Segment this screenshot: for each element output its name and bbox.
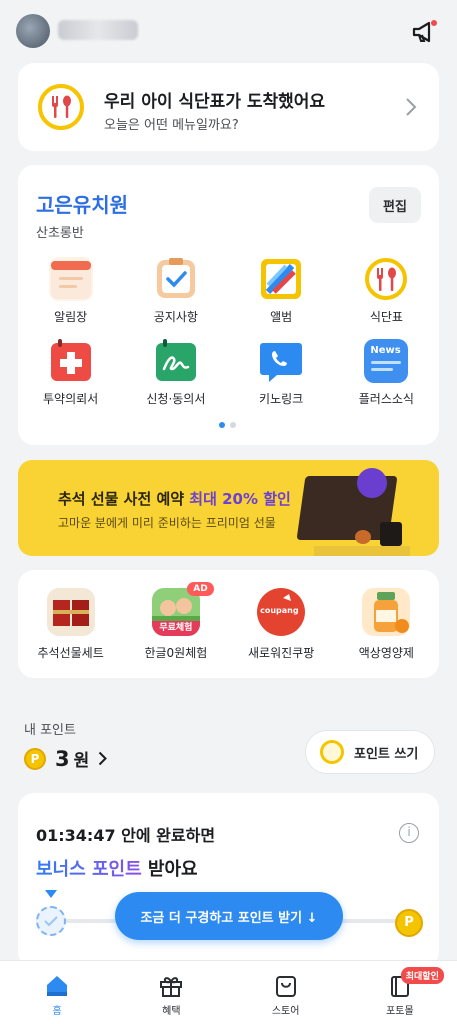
menu-label: 투약의뢰서 (43, 392, 99, 406)
tab-store[interactable]: 스토어 (229, 961, 343, 1024)
menu-item-consent[interactable]: 신청·동의서 (123, 339, 228, 407)
shop-item-liquid-supplement[interactable]: 액상영양제 (334, 588, 439, 661)
menu-label: 앨범 (270, 310, 293, 324)
use-points-button[interactable]: 포인트 쓰기 (305, 730, 435, 774)
banner-title: 추석 선물 사전 예약 최대 20% 할인 (58, 488, 291, 509)
kindergarten-card: 고은유치원 산초롱반 편집 알림장 공지사항 앨범 식단표 투약의뢰서 신청·동… (18, 165, 439, 445)
menu-item-notebook[interactable]: 알림장 (18, 257, 123, 325)
coupang-logo: coupang (257, 588, 306, 636)
point-coin-icon: P (24, 747, 46, 770)
page-dot-active[interactable] (219, 422, 225, 428)
bonus-headline: 보너스 포인트 받아요 (36, 855, 198, 881)
menu-label: 식단표 (369, 310, 403, 324)
chevron-right-icon (406, 98, 417, 116)
top-bar (0, 0, 457, 62)
menu-label: 플러스소식 (358, 392, 414, 406)
progress-marker-icon (45, 890, 57, 898)
menu-label: 신청·동의서 (146, 392, 206, 406)
fork-spoon-icon (364, 257, 408, 301)
fork-spoon-icon (38, 84, 84, 130)
home-icon (47, 976, 68, 996)
meal-plan-card[interactable]: 우리 아이 식단표가 도착했어요 오늘은 어떤 메뉴일까요? (18, 63, 439, 151)
countdown-text: 01:34:47 안에 완료하면 (36, 826, 216, 845)
service-menu-grid: 알림장 공지사항 앨범 식단표 투약의뢰서 신청·동의서 키노링크 News 플… (18, 257, 439, 407)
tab-benefits[interactable]: 혜택 (114, 961, 228, 1024)
gift-stand-image (314, 546, 410, 556)
menu-item-kinolink[interactable]: 키노링크 (229, 339, 334, 407)
meal-card-title: 우리 아이 식단표가 도착했어요 (104, 92, 326, 112)
menu-item-plus-news[interactable]: News 플러스소식 (334, 339, 439, 407)
album-icon (259, 257, 303, 301)
chuseok-gift-banner[interactable]: 추석 선물 사전 예약 최대 20% 할인 고마운 분에게 미리 준비하는 프리… (18, 460, 439, 556)
free-trial-tag: 무료체험 (151, 621, 200, 636)
notebook-icon (48, 257, 93, 301)
menu-item-medication[interactable]: 투약의뢰서 (18, 339, 123, 407)
shop-label: 추석선물세트 (37, 646, 104, 660)
shopping-bag-icon (275, 976, 296, 997)
tab-label: 포토몰 (386, 1006, 414, 1017)
banner-title-highlight: 최대 20% 할인 (189, 490, 291, 508)
clipboard-check-icon (154, 257, 198, 301)
point-swirl-icon (320, 740, 344, 764)
profile-avatar[interactable] (16, 14, 50, 48)
page-indicator (219, 422, 236, 428)
point-coin-icon: P (395, 909, 423, 937)
chevron-right-icon (99, 751, 108, 766)
bonus-highlight: 보너스 포인트 (36, 859, 142, 880)
edit-button[interactable]: 편집 (369, 187, 421, 223)
points-balance[interactable]: P 3 원 (24, 746, 108, 771)
class-name: 산초롱반 (36, 226, 84, 241)
shop-shortcuts-card: 추석선물세트 무료체험 AD 한글0원체험 coupang 새로워진쿠팡 액상영… (18, 570, 439, 678)
browse-for-points-button[interactable]: 조금 더 구경하고 포인트 받기 ↓ (115, 892, 343, 940)
news-icon: News (364, 339, 409, 383)
shop-label: 새로워진쿠팡 (248, 646, 315, 660)
shop-item-chuseok-gift[interactable]: 추석선물세트 (18, 588, 123, 661)
supplement-image (362, 588, 411, 636)
tab-label: 홈 (52, 1006, 62, 1017)
meal-card-subtitle: 오늘은 어떤 메뉴일까요? (104, 118, 239, 133)
fruit-image (355, 530, 371, 544)
points-value: 3 (55, 746, 70, 771)
gift-set-image (46, 588, 95, 636)
kindergarten-name[interactable]: 고은유치원 (36, 189, 128, 218)
banner-subtitle: 고마운 분에게 미리 준비하는 프리미엄 선물 (58, 516, 276, 530)
menu-item-album[interactable]: 앨범 (229, 257, 334, 325)
tab-photo-mall[interactable]: 포토몰 최대할인 (343, 961, 457, 1024)
shop-item-hangul-trial[interactable]: 무료체험 AD 한글0원체험 (123, 582, 228, 661)
shop-label: 액상영양제 (358, 646, 414, 660)
page-dot[interactable] (230, 422, 236, 428)
bonus-points-card: 01:34:47 안에 완료하면 보너스 포인트 받아요 i P (18, 793, 439, 968)
use-points-label: 포인트 쓰기 (354, 746, 419, 762)
tab-label: 혜택 (162, 1006, 181, 1017)
menu-item-notice[interactable]: 공지사항 (123, 257, 228, 325)
points-label: 내 포인트 (24, 723, 76, 738)
max-discount-badge: 최대할인 (400, 967, 444, 984)
bonus-suffix: 받아요 (141, 859, 198, 880)
menu-label: 알림장 (54, 310, 88, 324)
megaphone-icon[interactable] (410, 18, 438, 46)
info-icon[interactable]: i (399, 823, 419, 843)
brand-badge-image (357, 468, 387, 498)
tab-label: 스토어 (271, 1006, 300, 1017)
profile-name-blurred[interactable] (58, 20, 138, 40)
signature-icon (154, 339, 198, 383)
progress-start-check-icon (36, 906, 66, 936)
phone-icon (259, 339, 303, 383)
menu-label: 공지사항 (153, 310, 198, 324)
medical-cross-icon (49, 339, 93, 383)
shop-label: 한글0원체험 (144, 646, 208, 660)
shop-item-coupang[interactable]: coupang 새로워진쿠팡 (229, 588, 334, 661)
gift-icon (160, 977, 183, 997)
menu-label: 키노링크 (259, 392, 304, 406)
banner-title-prefix: 추석 선물 사전 예약 (58, 490, 190, 508)
points-unit: 원 (73, 751, 90, 771)
bottom-tab-bar: 홈 혜택 스토어 포토몰 최대할인 (0, 960, 457, 1024)
tab-home[interactable]: 홈 (0, 961, 114, 1024)
menu-item-meal-plan[interactable]: 식단표 (334, 257, 439, 325)
cup-image (380, 522, 402, 546)
shop-grid: 추석선물세트 무료체험 AD 한글0원체험 coupang 새로워진쿠팡 액상영… (18, 582, 439, 661)
ad-badge: AD (187, 582, 214, 596)
